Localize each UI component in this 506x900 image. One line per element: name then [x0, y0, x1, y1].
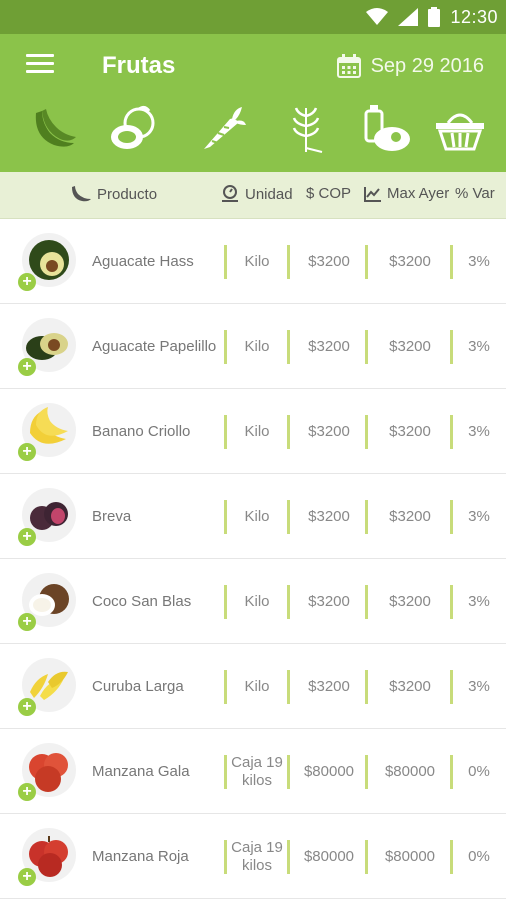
product-price: $80000 [303, 848, 355, 865]
tab-granos[interactable] [278, 102, 334, 156]
product-name: Curuba Larga [92, 678, 184, 695]
menu-button[interactable] [26, 54, 54, 76]
basket-icon [436, 113, 484, 151]
header-cop-label: $ COP [306, 185, 352, 202]
table-header: Producto Unidad $ COP Max Ayer % Var [0, 172, 506, 219]
category-bar [0, 102, 506, 158]
wifi-icon [366, 8, 389, 25]
tab-mercado[interactable] [432, 102, 488, 156]
product-price: $3200 [308, 678, 350, 695]
product-price: $3200 [308, 338, 350, 355]
add-favorite-button[interactable]: + [18, 528, 36, 546]
product-unit: Kilo [244, 338, 270, 355]
status-time: 12:30 [450, 6, 498, 27]
date-picker[interactable]: Sep 29 2016 [336, 54, 484, 78]
header-cop[interactable]: $ COP [306, 185, 351, 202]
date-label: Sep 29 2016 [370, 54, 484, 77]
coconut-icon [111, 105, 155, 149]
banana-icon [35, 109, 76, 147]
product-price: $3200 [308, 253, 350, 270]
header-max-label: Max Ayer [387, 185, 450, 202]
header-var-label: % Var [455, 185, 495, 202]
product-name: Breva [92, 508, 132, 525]
product-unit: Kilo [244, 423, 270, 440]
product-max-ayer: $3200 [389, 508, 431, 525]
product-var: 3% [468, 508, 490, 525]
product-price: $3200 [308, 593, 350, 610]
tab-tuberculos[interactable] [106, 102, 162, 156]
product-price: $3200 [308, 508, 350, 525]
tab-carnes[interactable] [358, 102, 414, 156]
add-favorite-button[interactable]: + [18, 273, 36, 291]
product-name: Aguacate Hass [92, 253, 194, 270]
wheat-icon [292, 107, 323, 153]
product-unit: Kilo [244, 593, 270, 610]
product-name: Manzana Roja [92, 848, 189, 865]
table-row[interactable]: + Aguacate Papelillo Kilo $3200 $3200 3% [0, 304, 506, 389]
product-var: 0% [468, 848, 490, 865]
chart-icon [364, 186, 381, 202]
app-bar: Frutas Sep 29 2016 [0, 34, 506, 172]
table-row[interactable]: + Manzana Roja Caja 19 kilos $80000 $80000 0% [0, 814, 506, 899]
header-var[interactable]: % Var [455, 185, 495, 202]
product-name: Coco San Blas [92, 593, 192, 610]
product-var: 3% [468, 423, 490, 440]
add-favorite-button[interactable]: + [18, 443, 36, 461]
product-max-ayer: $3200 [389, 338, 431, 355]
product-max-ayer: $3200 [389, 423, 431, 440]
product-var: 3% [468, 678, 490, 695]
product-max-ayer: $3200 [389, 678, 431, 695]
product-max-ayer: $3200 [389, 253, 431, 270]
add-favorite-button[interactable]: + [18, 698, 36, 716]
table-row[interactable]: + Manzana Gala Caja 19 kilos $80000 $80000 0% [0, 729, 506, 814]
product-unit: Kilo [244, 508, 270, 525]
product-var: 3% [468, 338, 490, 355]
add-favorite-button[interactable]: + [18, 783, 36, 801]
product-name: Banano Criollo [92, 423, 191, 440]
add-favorite-button[interactable]: + [18, 613, 36, 631]
product-name: Aguacate Papelillo [92, 338, 217, 355]
add-favorite-button[interactable]: + [18, 358, 36, 376]
product-price: $80000 [303, 763, 355, 780]
table-row[interactable]: + Curuba Larga Kilo $3200 $3200 3% [0, 644, 506, 729]
banana-icon [72, 186, 91, 202]
product-var: 0% [468, 763, 490, 780]
signal-icon [398, 8, 419, 26]
table-row[interactable]: + Breva Kilo $3200 $3200 3% [0, 474, 506, 559]
tab-frutas[interactable] [26, 102, 82, 156]
product-unit: Caja 19 kilos [231, 839, 283, 874]
header-product[interactable]: Producto [70, 185, 157, 203]
product-var: 3% [468, 253, 490, 270]
product-max-ayer: $80000 [384, 848, 436, 865]
meat-bottle-icon [364, 105, 410, 151]
header-unit-label: Unidad [245, 185, 293, 203]
product-name: Manzana Gala [92, 763, 190, 780]
product-unit: Kilo [244, 678, 270, 695]
table-row[interactable]: + Banano Criollo Kilo $3200 $3200 3% [0, 389, 506, 474]
page-title: Frutas [102, 52, 176, 79]
header-product-label: Producto [97, 185, 158, 203]
table-row[interactable]: + Coco San Blas Kilo $3200 $3200 3% [0, 559, 506, 644]
battery-icon [428, 7, 441, 27]
carrot-icon [204, 107, 246, 149]
product-max-ayer: $3200 [389, 593, 431, 610]
product-unit: Kilo [244, 253, 270, 270]
header-unit[interactable]: Unidad [220, 185, 293, 203]
table-row[interactable]: + Aguacate Hass Kilo $3200 $3200 3% [0, 219, 506, 304]
product-var: 3% [468, 593, 490, 610]
product-max-ayer: $80000 [384, 763, 436, 780]
add-favorite-button[interactable]: + [18, 868, 36, 886]
status-bar: 12:30 [0, 0, 506, 34]
product-unit: Caja 19 kilos [231, 754, 283, 789]
header-max[interactable]: Max Ayer [364, 185, 449, 202]
scale-icon [222, 185, 238, 202]
product-price: $3200 [308, 423, 350, 440]
tab-verduras[interactable] [196, 102, 252, 156]
calendar-icon [336, 54, 361, 78]
menu-icon [26, 54, 54, 57]
